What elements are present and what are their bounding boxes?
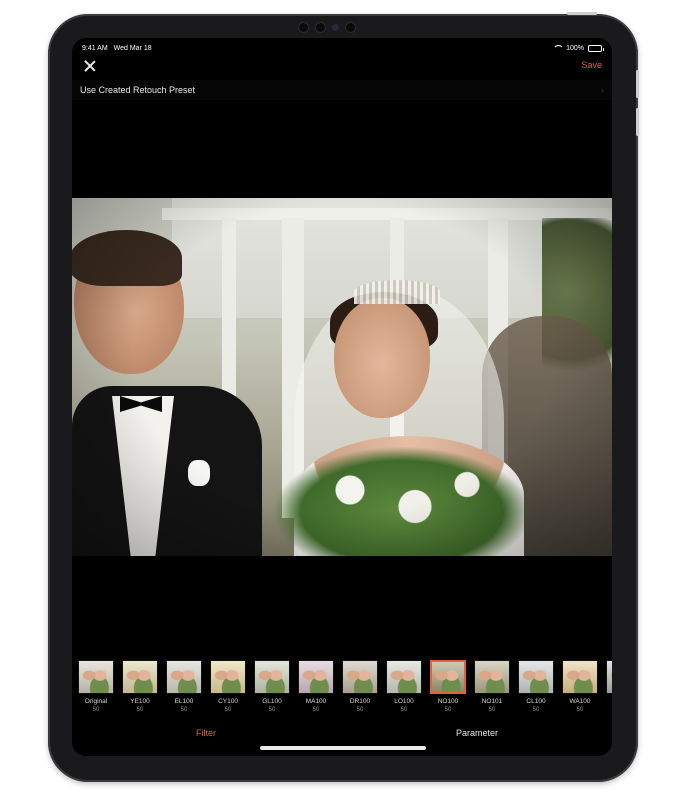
- filter-item[interactable]: GR100 50: [604, 660, 612, 720]
- filter-name: CY100: [218, 698, 238, 705]
- filter-item[interactable]: Original 50: [76, 660, 116, 720]
- filter-name: DR100: [349, 698, 371, 705]
- filter-item[interactable]: NO101 50: [472, 660, 512, 720]
- status-time: 9:41 AM: [82, 44, 108, 52]
- filter-intensity: 50: [92, 707, 100, 713]
- filter-name: GR100: [604, 698, 612, 705]
- filter-thumbnail[interactable]: [254, 660, 290, 694]
- battery-icon: [588, 44, 604, 52]
- photo-preview: [72, 198, 612, 556]
- filter-strip: Original 50 YE100 50 EL100 50 CY100 50 GL100 50 MA…: [72, 660, 612, 720]
- filter-name: CL100: [526, 698, 546, 705]
- camera-bar: [299, 22, 355, 32]
- filter-thumbnail[interactable]: [386, 660, 422, 694]
- filter-name: GL100: [262, 698, 282, 705]
- filter-item[interactable]: MA100 50: [296, 660, 336, 720]
- side-button: [636, 108, 639, 136]
- filter-intensity: 50: [268, 707, 276, 713]
- filter-intensity: 50: [604, 707, 612, 713]
- filter-item[interactable]: GL100 50: [252, 660, 292, 720]
- close-icon[interactable]: [82, 58, 98, 74]
- battery-percent: 100%: [566, 44, 584, 52]
- wifi-icon: [553, 44, 565, 52]
- filter-item[interactable]: EL100 50: [164, 660, 204, 720]
- filter-thumbnail[interactable]: [298, 660, 334, 694]
- filter-thumbnail[interactable]: [78, 660, 114, 694]
- app-screen: 9:41 AM Wed Mar 18 100% Save Use Created…: [72, 38, 612, 756]
- filter-intensity: 50: [400, 707, 408, 713]
- filter-item[interactable]: CY100 50: [208, 660, 248, 720]
- filter-thumbnail[interactable]: [210, 660, 246, 694]
- filter-thumbnail[interactable]: [122, 660, 158, 694]
- save-button[interactable]: Save: [581, 60, 602, 70]
- preset-label: Use Created Retouch Preset: [80, 85, 196, 95]
- filter-intensity: 50: [224, 707, 232, 713]
- filter-item[interactable]: DR100 50: [340, 660, 380, 720]
- filter-name: EL100: [174, 698, 194, 705]
- sensor-icon: [346, 22, 355, 32]
- filter-intensity: 50: [532, 707, 540, 713]
- filter-thumbnail[interactable]: [562, 660, 598, 694]
- preset-row[interactable]: Use Created Retouch Preset ›: [72, 80, 612, 100]
- filter-item[interactable]: YE100 50: [120, 660, 160, 720]
- tab-parameter[interactable]: Parameter: [456, 728, 498, 738]
- status-date: Wed Mar 18: [113, 44, 152, 52]
- filter-thumbnail[interactable]: [166, 660, 202, 694]
- volume-button: [567, 12, 597, 15]
- sensor-icon: [316, 22, 325, 32]
- status-left: 9:41 AM Wed Mar 18: [82, 45, 156, 52]
- filter-intensity: 50: [356, 707, 364, 713]
- filter-name: MA100: [305, 698, 327, 705]
- sensor-icon: [299, 22, 308, 32]
- status-bar: 9:41 AM Wed Mar 18 100%: [82, 42, 604, 54]
- filter-thumbnail[interactable]: [342, 660, 378, 694]
- filter-item[interactable]: LO100 50: [384, 660, 424, 720]
- filter-thumbnail[interactable]: [606, 660, 612, 694]
- filter-intensity: 50: [488, 707, 496, 713]
- filter-name: NO100: [437, 698, 459, 705]
- status-right: 100%: [553, 44, 604, 52]
- filter-name: Original: [84, 698, 108, 705]
- filter-intensity: 50: [312, 707, 320, 713]
- photo-vignette: [72, 198, 612, 556]
- filter-thumbnail[interactable]: [430, 660, 466, 694]
- filter-thumbnail[interactable]: [474, 660, 510, 694]
- filter-thumbnail[interactable]: [518, 660, 554, 694]
- filter-intensity: 50: [180, 707, 188, 713]
- filter-item[interactable]: NO100 50: [428, 660, 468, 720]
- filter-name: LO100: [394, 698, 414, 705]
- filter-item[interactable]: WA100 50: [560, 660, 600, 720]
- home-indicator[interactable]: [260, 746, 426, 750]
- camera-lens-icon: [333, 24, 338, 30]
- filter-name: YE100: [130, 698, 150, 705]
- filter-intensity: 50: [136, 707, 144, 713]
- chevron-right-icon: ›: [601, 85, 604, 95]
- filter-item[interactable]: CL100 50: [516, 660, 556, 720]
- filter-intensity: 50: [444, 707, 452, 713]
- filter-name: WA100: [569, 698, 591, 705]
- tab-filter[interactable]: Filter: [196, 728, 216, 738]
- power-button: [636, 70, 639, 98]
- filter-name: NO101: [481, 698, 503, 705]
- filter-intensity: 50: [576, 707, 584, 713]
